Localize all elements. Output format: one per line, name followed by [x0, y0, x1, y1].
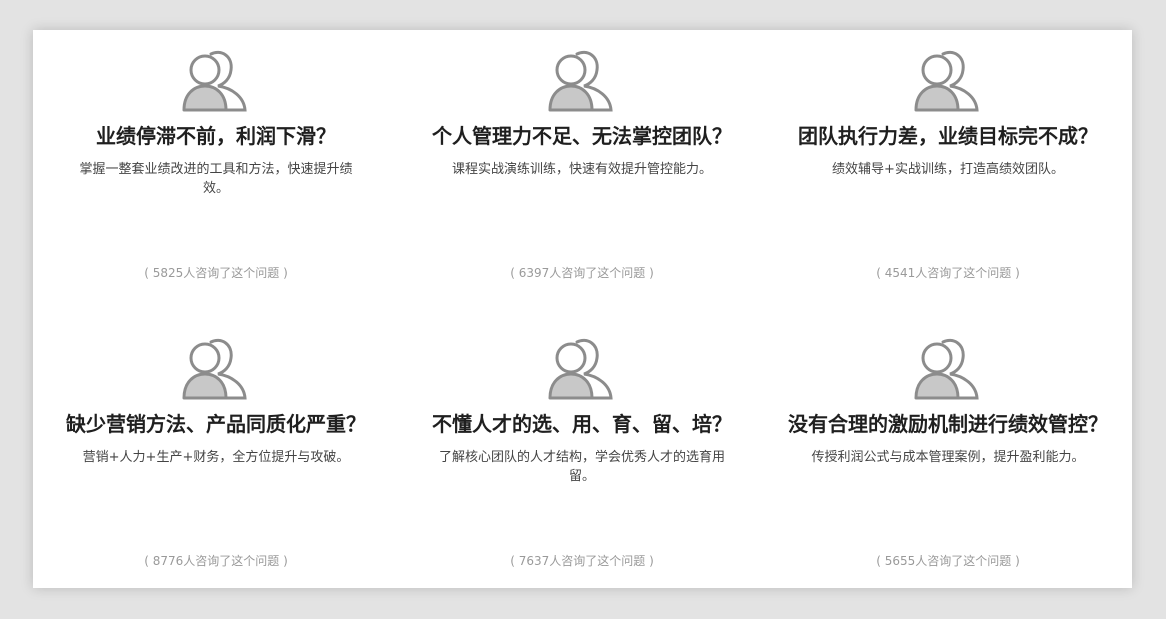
- consult-count: ( 5655人咨询了这个问题 ): [876, 554, 1020, 568]
- consult-count: ( 7637人咨询了这个问题 ): [510, 554, 654, 568]
- card-title: 缺少营销方法、产品同质化严重？: [66, 412, 366, 436]
- card-grid: 业绩停滞不前，利润下滑？ 掌握一整套业绩改进的工具和方法，快速提升绩效。 ( 5…: [33, 30, 1132, 588]
- card-description: 掌握一整套业绩改进的工具和方法，快速提升绩效。: [79, 162, 353, 196]
- question-card[interactable]: 没有合理的激励机制进行绩效管控？ 传授利润公式与成本管理案例，提升盈利能力。 (…: [765, 318, 1131, 588]
- users-icon: [182, 338, 247, 400]
- question-card[interactable]: 团队执行力差，业绩目标完不成？ 绩效辅导+实战训练，打造高绩效团队。 ( 454…: [765, 30, 1131, 318]
- users-icon: [914, 338, 979, 400]
- card-description: 营销+人力+生产+财务，全方位提升与攻破。: [82, 450, 350, 465]
- card-title: 业绩停滞不前，利润下滑？: [96, 124, 336, 148]
- users-icon: [182, 50, 247, 112]
- card-description: 绩效辅导+实战训练，打造高绩效团队。: [832, 162, 1064, 177]
- content-panel: 业绩停滞不前，利润下滑？ 掌握一整套业绩改进的工具和方法，快速提升绩效。 ( 5…: [33, 30, 1132, 588]
- consult-count: ( 8776人咨询了这个问题 ): [144, 554, 288, 568]
- card-description: 了解核心团队的人才结构，学会优秀人才的选育用留。: [438, 450, 725, 484]
- card-title: 团队执行力差，业绩目标完不成？: [798, 124, 1098, 148]
- card-title: 个人管理力不足、无法掌控团队？: [432, 124, 732, 148]
- users-icon: [914, 50, 979, 112]
- users-icon: [548, 338, 613, 400]
- consult-count: ( 5825人咨询了这个问题 ): [144, 266, 288, 280]
- card-description: 传授利润公式与成本管理案例，提升盈利能力。: [811, 450, 1085, 465]
- question-card[interactable]: 个人管理力不足、无法掌控团队？ 课程实战演练训练，快速有效提升管控能力。 ( 6…: [399, 30, 765, 318]
- card-title: 没有合理的激励机制进行绩效管控？: [788, 412, 1108, 436]
- question-card[interactable]: 业绩停滞不前，利润下滑？ 掌握一整套业绩改进的工具和方法，快速提升绩效。 ( 5…: [33, 30, 399, 318]
- consult-count: ( 6397人咨询了这个问题 ): [510, 266, 654, 280]
- users-icon: [548, 50, 613, 112]
- question-card[interactable]: 不懂人才的选、用、育、留、培？ 了解核心团队的人才结构，学会优秀人才的选育用留。…: [399, 318, 765, 588]
- card-description: 课程实战演练训练，快速有效提升管控能力。: [451, 162, 712, 177]
- card-title: 不懂人才的选、用、育、留、培？: [432, 412, 732, 436]
- consult-count: ( 4541人咨询了这个问题 ): [876, 266, 1020, 280]
- question-card[interactable]: 缺少营销方法、产品同质化严重？ 营销+人力+生产+财务，全方位提升与攻破。 ( …: [33, 318, 399, 588]
